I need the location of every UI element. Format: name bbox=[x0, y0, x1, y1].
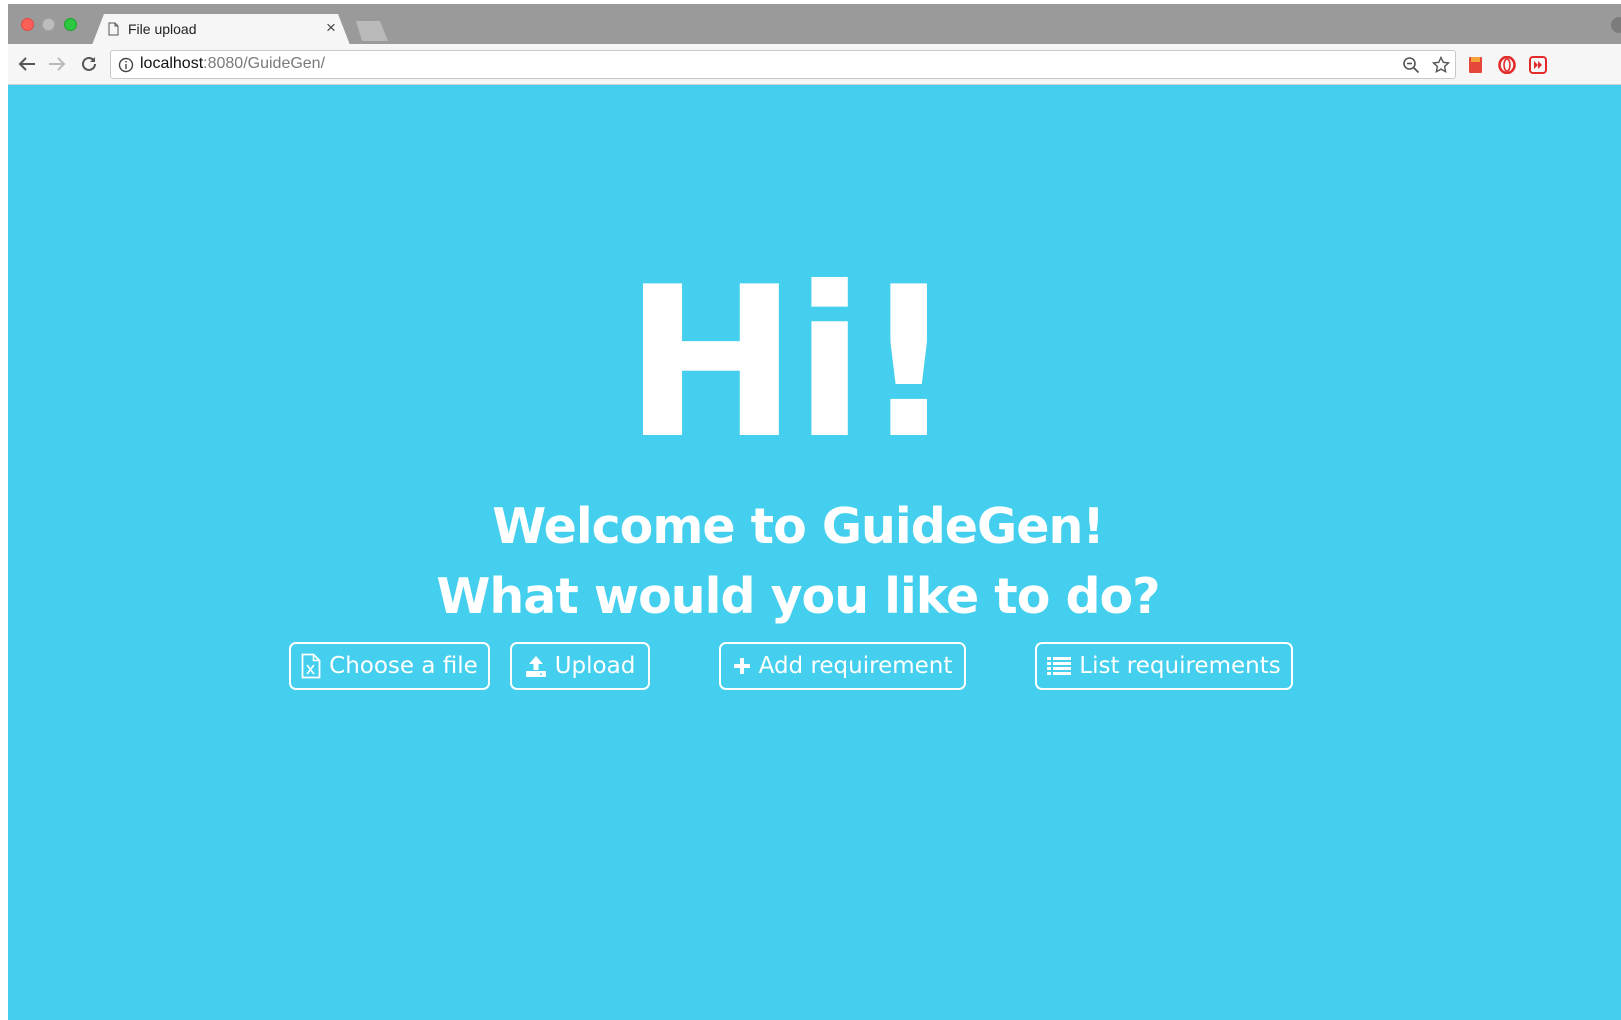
choose-file-label: Choose a file bbox=[329, 653, 478, 679]
plus-icon bbox=[733, 657, 751, 675]
address-bar[interactable]: localhost:8080/GuideGen/ bbox=[110, 50, 1456, 79]
forward-button[interactable] bbox=[46, 53, 68, 75]
reload-icon bbox=[82, 56, 96, 71]
info-icon[interactable] bbox=[118, 57, 134, 73]
forward-arrow-icon bbox=[49, 57, 66, 71]
list-requirements-label: List requirements bbox=[1079, 653, 1281, 679]
profile-button[interactable] bbox=[1611, 17, 1621, 33]
greeting-heading: Hi! bbox=[623, 243, 956, 485]
zoom-window-button[interactable] bbox=[64, 18, 77, 31]
zoom-out-icon[interactable] bbox=[1402, 56, 1420, 74]
star-icon[interactable] bbox=[1431, 55, 1451, 74]
add-requirement-button[interactable]: Add requirement bbox=[719, 642, 966, 690]
url-text[interactable]: localhost:8080/GuideGen/ bbox=[140, 55, 325, 73]
question-heading: What would you like to do? bbox=[436, 568, 1160, 625]
add-requirement-label: Add requirement bbox=[758, 653, 953, 679]
browser-toolbar: localhost:8080/GuideGen/ bbox=[8, 44, 1621, 85]
upload-icon bbox=[525, 654, 547, 678]
minimize-window-button[interactable] bbox=[42, 18, 55, 31]
bookmark-extension-icon[interactable] bbox=[1467, 56, 1485, 74]
list-requirements-button[interactable]: List requirements bbox=[1035, 642, 1293, 690]
opera-extension-icon[interactable] bbox=[1498, 55, 1516, 75]
back-arrow-icon bbox=[18, 57, 35, 71]
back-button[interactable] bbox=[16, 53, 38, 75]
excel-file-icon bbox=[301, 653, 321, 679]
tab-file-upload[interactable]: File upload × bbox=[92, 14, 350, 45]
browser-window: File upload × localhost:8080/GuideGen/ H… bbox=[8, 4, 1621, 1020]
document-icon bbox=[108, 22, 119, 36]
media-extension-icon[interactable] bbox=[1529, 56, 1547, 74]
reload-button[interactable] bbox=[78, 53, 100, 75]
new-tab-button[interactable] bbox=[356, 21, 388, 41]
tab-strip: File upload × bbox=[8, 4, 1621, 45]
welcome-heading: Welcome to GuideGen! bbox=[492, 498, 1104, 555]
list-icon bbox=[1047, 656, 1072, 676]
tab-title: File upload bbox=[128, 21, 197, 37]
guidegen-page: Hi! Welcome to GuideGen! What would you … bbox=[8, 85, 1621, 1020]
url-host: localhost bbox=[140, 55, 204, 72]
choose-file-button[interactable]: Choose a file bbox=[289, 642, 490, 690]
url-path: :8080/GuideGen/ bbox=[203, 55, 326, 72]
close-window-button[interactable] bbox=[21, 18, 34, 31]
upload-button[interactable]: Upload bbox=[510, 642, 650, 690]
upload-label: Upload bbox=[554, 653, 636, 679]
tab-close-button[interactable]: × bbox=[323, 19, 339, 37]
